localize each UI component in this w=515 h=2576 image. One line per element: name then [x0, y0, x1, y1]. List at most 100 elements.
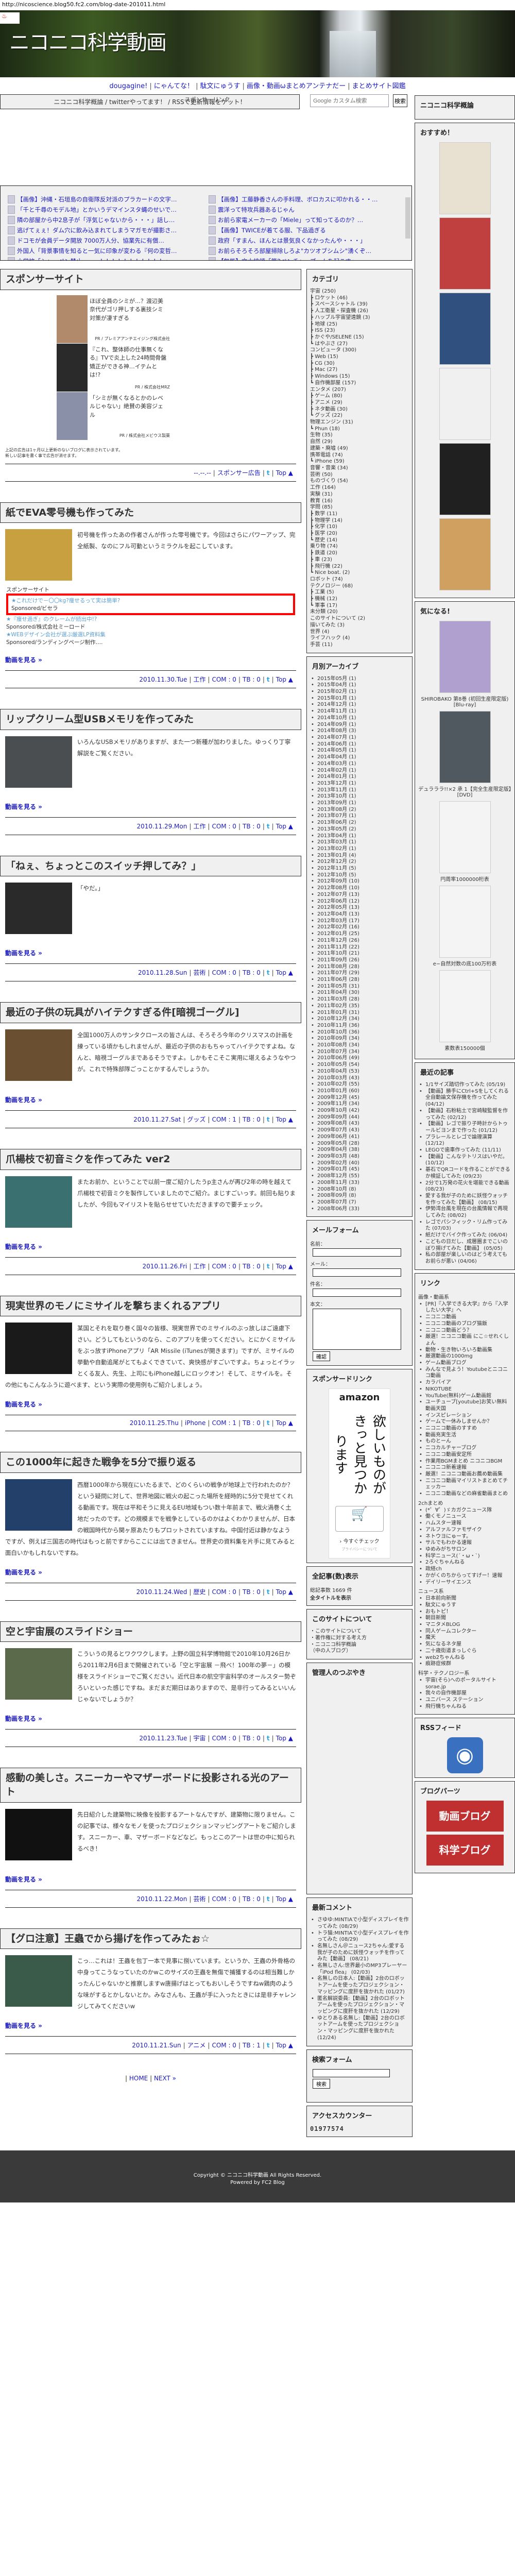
antenna-item[interactable]: 震洋って特攻兵器あるじゃん	[209, 206, 394, 214]
archive-item[interactable]: 2008年09月 (8)	[310, 1193, 409, 1199]
link-item[interactable]: デイリーサイエンス	[418, 1580, 511, 1586]
post-thumbnail[interactable]	[5, 529, 72, 581]
post-date[interactable]: 2010.11.23.Tue	[139, 1735, 187, 1742]
watch-video-link[interactable]: 動画を見る »	[0, 1866, 301, 1890]
product-item[interactable]: SHIROBAKO 第8巻 (初回生産限定版) [Blu-ray]	[418, 621, 511, 708]
product-image[interactable]	[439, 886, 491, 958]
category-item[interactable]: 建築・廃墟 (49)	[310, 446, 409, 452]
archive-item[interactable]: 2012年10月 (5)	[310, 872, 409, 879]
confirm-button[interactable]: 確認	[313, 1351, 330, 1362]
archive-item[interactable]: 2009年09月 (44)	[310, 1114, 409, 1121]
archive-item[interactable]: 2012年08月 (10)	[310, 885, 409, 892]
twitter-icon[interactable]: t	[267, 1895, 270, 1903]
product-caption[interactable]: 素数表150000個	[418, 1044, 511, 1052]
archive-item[interactable]: 2015年04月 (1)	[310, 682, 409, 689]
post-thumbnail[interactable]	[5, 1479, 72, 1531]
top-link[interactable]: Top ▲	[276, 1588, 293, 1596]
link-item[interactable]: 宇宙(そら)へのポータルサイト sorae.jp	[418, 1677, 511, 1690]
post-title[interactable]: リップクリーム型USBメモリを作ってみた	[0, 709, 301, 730]
archive-item[interactable]: 2012年03月 (17)	[310, 918, 409, 925]
watch-video-link[interactable]: 動画を見る »	[0, 1391, 301, 1415]
link-item[interactable]: おもトピ！	[418, 1609, 511, 1616]
recent-post-item[interactable]: 碁石でQRコードを作ることができるか検証してみた (09/23)	[418, 1167, 511, 1180]
link-item[interactable]: ものとーん	[418, 1438, 511, 1445]
post-category[interactable]: スポンサー広告	[217, 469, 261, 477]
product-item[interactable]: 素数表150000個	[418, 970, 511, 1052]
product-caption[interactable]: 円周率1000000桁表	[418, 875, 511, 883]
sponsored-link[interactable]: ★『痩せ過ぎ』のクレームが続出中!?	[6, 615, 295, 623]
antenna-item[interactable]: お前らそろそろ部屋掃除しろよ"カツオブシムシ"湧くぞ…	[209, 247, 394, 255]
link-item[interactable]: ゲーム動画ブログ	[418, 1360, 511, 1367]
link-item[interactable]: [PR]『入学できる大学』から『入学したい大学』へ	[418, 1301, 511, 1314]
archive-item[interactable]: 2014年07月 (1)	[310, 735, 409, 741]
category-item[interactable]: ┣ 人工衛星・探査機 (26)	[310, 308, 409, 315]
post-thumbnail[interactable]	[5, 736, 72, 788]
link-item[interactable]: ハムスター速報	[418, 1520, 511, 1527]
category-item[interactable]: ┣ Web (15)	[310, 354, 409, 361]
comment-item[interactable]: 名無しさん＠ニュース2ちゃん:愛する我が子のために妖怪ウォッチを作ってみた【動画…	[310, 1943, 409, 1963]
top-link[interactable]: Top ▲	[276, 969, 293, 976]
rss-icon[interactable]: ◉	[447, 1737, 483, 1774]
link-item[interactable]: ニコニコ動画のブログ猫飯	[418, 1321, 511, 1328]
ad-card[interactable]: 「シミが無くなるとかのレベルじゃない」絶賛の美容ジェル PR / 株式会社メビウス…	[57, 392, 301, 440]
category-item[interactable]: 世界 (4)	[310, 629, 409, 636]
archive-item[interactable]: 2011年10月 (21)	[310, 951, 409, 957]
archive-item[interactable]: 2010年01月 (60)	[310, 1088, 409, 1095]
recommend-item[interactable]	[418, 368, 511, 440]
archive-item[interactable]: 2015年02月 (1)	[310, 689, 409, 696]
antenna-link[interactable]: 【画像】工藤静香さんの手料理、ボロカスに叩かれる・・…	[218, 195, 378, 204]
archive-item[interactable]: 2009年06月 (41)	[310, 1134, 409, 1141]
category-item[interactable]: 芸術 (50)	[310, 472, 409, 479]
twitter-icon[interactable]: t	[267, 1263, 270, 1270]
site-title[interactable]: ニコニコ科学動画	[9, 26, 167, 56]
link-item[interactable]: 動画充実生活	[418, 1432, 511, 1439]
category-item[interactable]: 学問 (85)	[310, 504, 409, 511]
archive-item[interactable]: 2010年12月 (34)	[310, 1016, 409, 1023]
antenna-link[interactable]: 【画像】TWICEが着てる服、下品過ぎる	[218, 226, 326, 234]
recent-post-item[interactable]: 愛する我が子のために妖怪ウォッチを作ってみた【動画】 (08/15)	[418, 1193, 511, 1206]
post-category[interactable]: 歴史	[193, 1588, 205, 1596]
category-item[interactable]: ┣ かぐや/SELENE (15)	[310, 334, 409, 341]
comment-count[interactable]: COM : 1	[212, 1116, 236, 1123]
recommend-item[interactable]	[418, 142, 511, 214]
category-item[interactable]: ┣ 物理学 (14)	[310, 518, 409, 524]
antenna-link[interactable]: 小学校「シャーペン禁止〜〜〜！！！！！！！！！！！」	[17, 257, 171, 260]
archive-item[interactable]: 2010年05月 (54)	[310, 1062, 409, 1069]
category-item[interactable]: ┣ 機械 (12)	[310, 596, 409, 603]
category-item[interactable]: ┗ グッズ (22)	[310, 413, 409, 419]
antenna-link[interactable]: 【画像】沖縄・石垣島の自衛隊反対派のプラカードの文字…	[17, 195, 177, 204]
archive-item[interactable]: 2012年12月 (2)	[310, 859, 409, 866]
post-category[interactable]: 工作	[193, 676, 205, 683]
top-nav-link[interactable]: 駄文にゅうす	[200, 82, 240, 90]
antenna-link[interactable]: ドコモが会員データ開放 7000万人分、協業先に有償…	[17, 236, 164, 245]
archive-item[interactable]: 2010年09月 (34)	[310, 1036, 409, 1042]
archive-item[interactable]: 2009年04月 (38)	[310, 1147, 409, 1154]
archive-item[interactable]: 2015年05月 (1)	[310, 676, 409, 683]
watch-video-link[interactable]: 動画を見る »	[0, 793, 301, 817]
category-item[interactable]: ものづくり (54)	[310, 478, 409, 485]
recent-post-item[interactable]: 伊勢湾台風を現在の台風情報で再現してみた (08/02)	[418, 1206, 511, 1219]
recent-post-item[interactable]: レゴでパシフィック・リム作ってみた (07/03)	[418, 1219, 511, 1232]
category-item[interactable]: ロボット (74)	[310, 577, 409, 583]
archive-item[interactable]: 2014年05月 (1)	[310, 748, 409, 754]
link-item[interactable]: マニタメBLOG	[418, 1622, 511, 1629]
link-item[interactable]: 魔天	[418, 1635, 511, 1641]
link-item[interactable]: ネトウヨにゅーす。	[418, 1534, 511, 1540]
top-link[interactable]: Top ▲	[276, 823, 293, 830]
antenna-item[interactable]: 外国人「背景事情を知ると一気に印象が変わる『何の変哲…	[8, 247, 209, 255]
antenna-link[interactable]: 外国人「背景事情を知ると一気に印象が変わる『何の変哲…	[17, 247, 177, 255]
post-thumbnail[interactable]	[5, 1029, 72, 1081]
archive-item[interactable]: 2014年12月 (1)	[310, 702, 409, 708]
watch-video-link[interactable]: 動画を見る »	[0, 939, 301, 963]
archive-item[interactable]: 2010年04月 (53)	[310, 1069, 409, 1075]
watch-video-link[interactable]: 動画を見る »	[0, 646, 301, 670]
archive-item[interactable]: 2013年10月 (1)	[310, 793, 409, 800]
category-item[interactable]: ┗ 軍事 (17)	[310, 603, 409, 609]
twitter-icon[interactable]: t	[267, 469, 270, 477]
antenna-link[interactable]: お前らそろそろ部屋掃除しろよ"カツオブシムシ"湧くぞ…	[218, 247, 371, 255]
comment-count[interactable]: COM : 0	[212, 1263, 236, 1270]
post-thumbnail[interactable]	[5, 1808, 72, 1860]
category-item[interactable]: 宇宙 (250)	[310, 289, 409, 295]
link-item[interactable]: ニコニコ動画マイリストまとめてチェッカー	[418, 1478, 511, 1491]
post-title[interactable]: この1000年に起きた戦争を5分で振り返る	[0, 1452, 301, 1473]
